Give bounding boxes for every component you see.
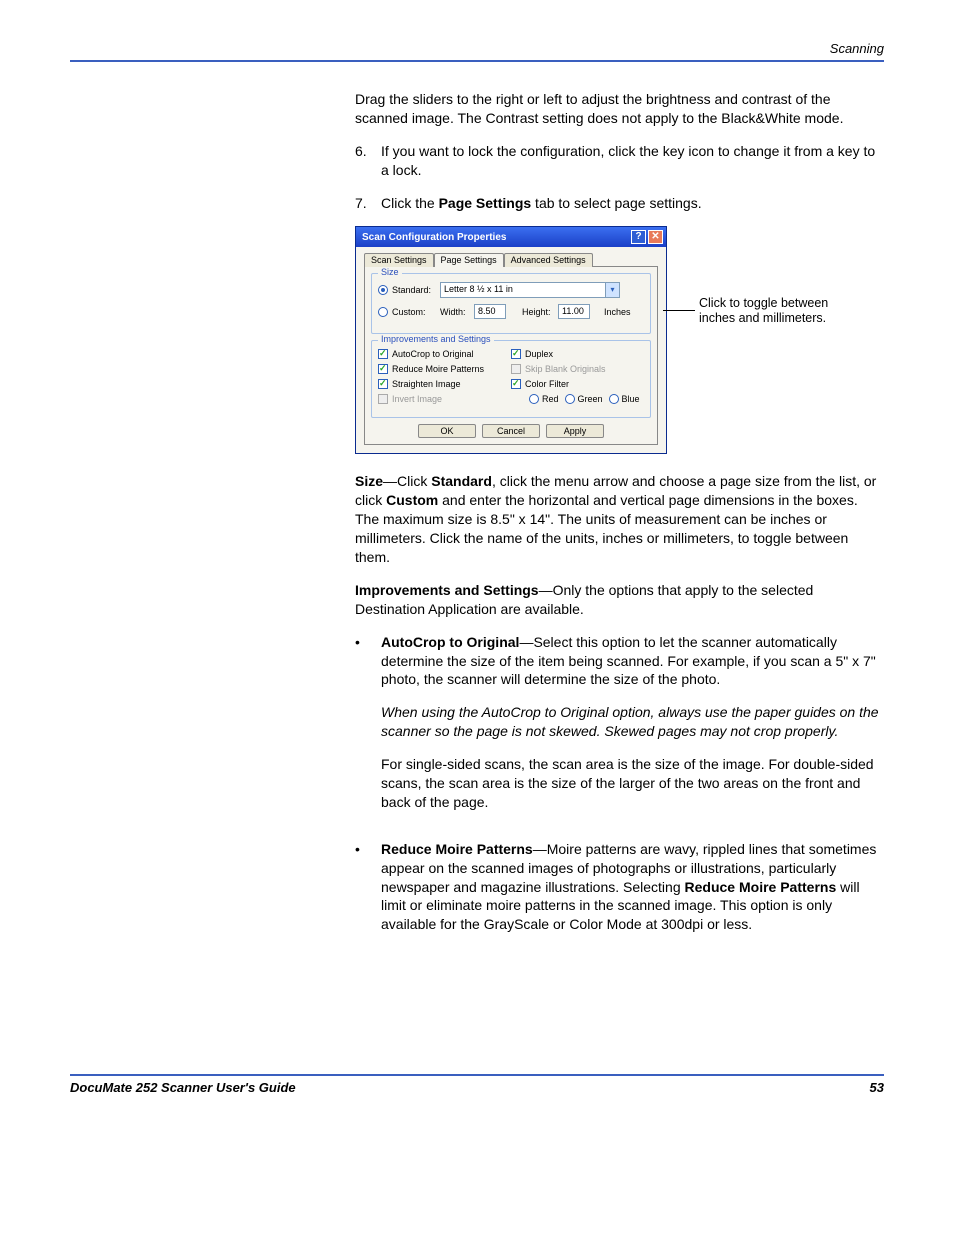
improvements-group: Improvements and Settings AutoCrop to Or… bbox=[371, 340, 651, 418]
skip-blank-checkbox bbox=[511, 364, 521, 374]
bullet-marker: • bbox=[355, 840, 381, 934]
improvements-group-title: Improvements and Settings bbox=[378, 334, 494, 344]
custom-radio[interactable] bbox=[378, 307, 388, 317]
bullet-body: AutoCrop to Original—Select this option … bbox=[381, 633, 884, 826]
right-col: Duplex Skip Blank Originals Color Filter… bbox=[511, 349, 644, 409]
callout: Click to toggle between inches and milli… bbox=[667, 226, 884, 346]
chevron-down-icon[interactable]: ▾ bbox=[605, 283, 619, 297]
cancel-button[interactable]: Cancel bbox=[482, 424, 540, 438]
intro-paragraph: Drag the sliders to the right or left to… bbox=[355, 90, 884, 128]
improvements-paragraph: Improvements and Settings—Only the optio… bbox=[355, 581, 884, 619]
dialog-figure: Scan Configuration Properties ? ✕ Scan S… bbox=[355, 226, 884, 454]
page-header: Scanning bbox=[70, 40, 884, 62]
bullet-reduce-moire: • Reduce Moire Patterns—Moire patterns a… bbox=[355, 840, 884, 934]
height-label: Height: bbox=[522, 307, 554, 317]
size-paragraph: Size—Click Standard, click the menu arro… bbox=[355, 472, 884, 566]
invert-checkbox bbox=[378, 394, 388, 404]
step-number: 7. bbox=[355, 194, 381, 213]
bullet-autocrop: • AutoCrop to Original—Select this optio… bbox=[355, 633, 884, 826]
main-content: Drag the sliders to the right or left to… bbox=[355, 90, 884, 934]
straighten-checkbox[interactable] bbox=[378, 379, 388, 389]
dialog-body: Scan Settings Page Settings Advanced Set… bbox=[356, 247, 666, 453]
green-radio[interactable] bbox=[565, 394, 575, 404]
left-col: AutoCrop to Original Reduce Moire Patter… bbox=[378, 349, 511, 409]
size-group: Size Standard: Letter 8 ½ x 11 in ▾ Cust… bbox=[371, 273, 651, 334]
page-number: 53 bbox=[870, 1080, 884, 1095]
step-text: If you want to lock the configuration, c… bbox=[381, 142, 884, 180]
units-toggle[interactable]: Inches bbox=[604, 307, 631, 317]
red-radio[interactable] bbox=[529, 394, 539, 404]
help-icon[interactable]: ? bbox=[631, 230, 646, 244]
close-icon[interactable]: ✕ bbox=[648, 230, 663, 244]
autocrop-followup: For single-sided scans, the scan area is… bbox=[381, 755, 884, 812]
titlebar-buttons: ? ✕ bbox=[631, 230, 663, 244]
tab-panel: Size Standard: Letter 8 ½ x 11 in ▾ Cust… bbox=[364, 266, 658, 445]
page-footer: DocuMate 252 Scanner User's Guide 53 bbox=[70, 1074, 884, 1095]
step-7: 7. Click the Page Settings tab to select… bbox=[355, 194, 884, 213]
step-text: Click the Page Settings tab to select pa… bbox=[381, 194, 884, 213]
callout-line bbox=[663, 310, 695, 311]
reduce-moire-checkbox[interactable] bbox=[378, 364, 388, 374]
width-label: Width: bbox=[440, 307, 470, 317]
dialog-title: Scan Configuration Properties bbox=[362, 232, 506, 243]
tab-scan-settings[interactable]: Scan Settings bbox=[364, 253, 434, 267]
custom-label: Custom: bbox=[392, 307, 436, 317]
standard-label: Standard: bbox=[392, 285, 436, 295]
dialog-titlebar: Scan Configuration Properties ? ✕ bbox=[356, 227, 666, 247]
improvements-cols: AutoCrop to Original Reduce Moire Patter… bbox=[378, 349, 644, 409]
tab-page-settings[interactable]: Page Settings bbox=[434, 253, 504, 267]
footer-title: DocuMate 252 Scanner User's Guide bbox=[70, 1080, 296, 1095]
ok-button[interactable]: OK bbox=[418, 424, 476, 438]
size-group-title: Size bbox=[378, 267, 402, 277]
tabs-row: Scan Settings Page Settings Advanced Set… bbox=[364, 253, 658, 267]
standard-select[interactable]: Letter 8 ½ x 11 in ▾ bbox=[440, 282, 620, 298]
dialog-buttons: OK Cancel Apply bbox=[371, 424, 651, 438]
color-filter-options: Red Green Blue bbox=[529, 394, 644, 404]
standard-row: Standard: Letter 8 ½ x 11 in ▾ bbox=[378, 282, 644, 298]
custom-row: Custom: Width: 8.50 Height: 11.00 Inches bbox=[378, 304, 644, 319]
duplex-checkbox[interactable] bbox=[511, 349, 521, 359]
blue-radio[interactable] bbox=[609, 394, 619, 404]
step-6: 6. If you want to lock the configuration… bbox=[355, 142, 884, 180]
bullet-body: Reduce Moire Patterns—Moire patterns are… bbox=[381, 840, 884, 934]
autocrop-note: When using the AutoCrop to Original opti… bbox=[381, 703, 884, 741]
scan-config-dialog: Scan Configuration Properties ? ✕ Scan S… bbox=[355, 226, 667, 454]
standard-radio[interactable] bbox=[378, 285, 388, 295]
step-number: 6. bbox=[355, 142, 381, 180]
bullet-marker: • bbox=[355, 633, 381, 826]
callout-text: Click to toggle between inches and milli… bbox=[699, 296, 839, 325]
section-name: Scanning bbox=[830, 41, 884, 56]
height-input[interactable]: 11.00 bbox=[558, 304, 590, 319]
width-input[interactable]: 8.50 bbox=[474, 304, 506, 319]
apply-button[interactable]: Apply bbox=[546, 424, 604, 438]
color-filter-checkbox[interactable] bbox=[511, 379, 521, 389]
autocrop-checkbox[interactable] bbox=[378, 349, 388, 359]
tab-advanced-settings[interactable]: Advanced Settings bbox=[504, 253, 593, 267]
